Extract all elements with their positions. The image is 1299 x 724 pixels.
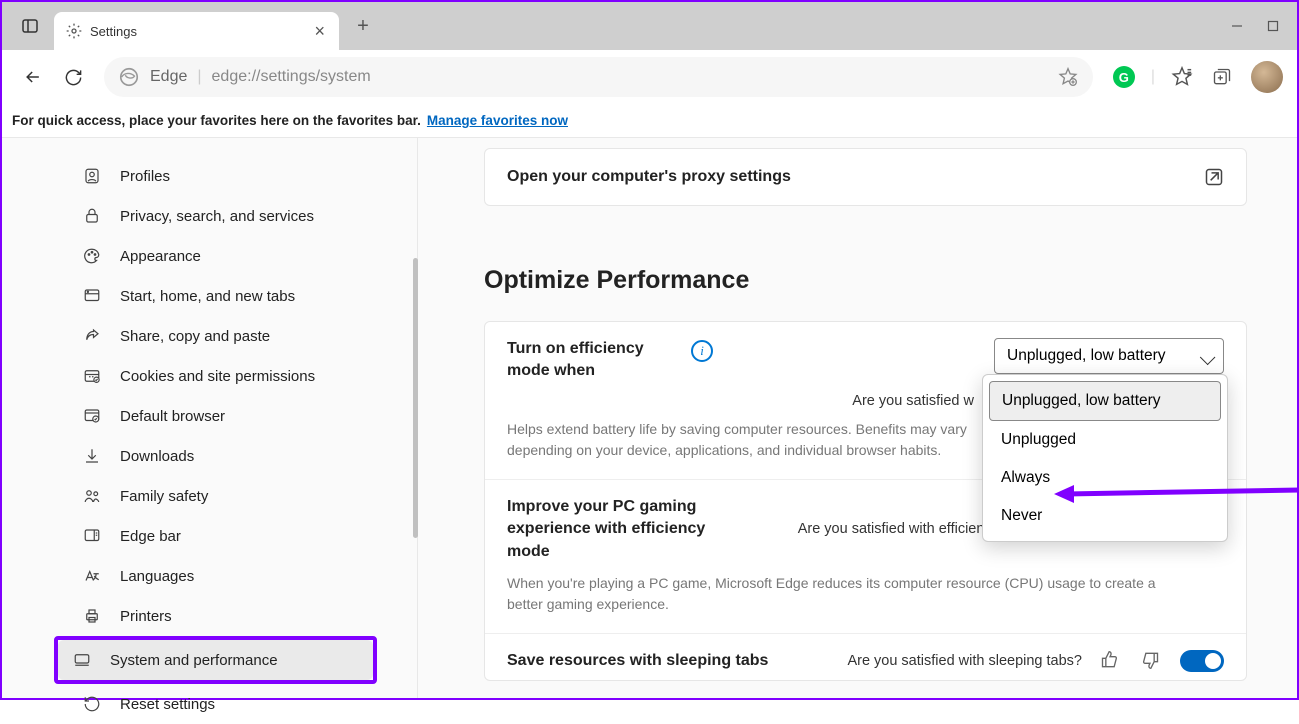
toolbar: Edge | edge://settings/system G | <box>2 50 1297 104</box>
address-brand: Edge <box>150 68 187 86</box>
sidebar-item-label: System and performance <box>110 652 278 669</box>
sidebar-item-appearance[interactable]: Appearance <box>68 236 377 276</box>
profile-avatar[interactable] <box>1251 61 1283 93</box>
address-url: edge://settings/system <box>212 68 371 86</box>
maximize-button[interactable] <box>1267 20 1279 32</box>
thumbs-up-icon[interactable] <box>1100 650 1122 672</box>
profiles-icon <box>82 166 102 186</box>
menu-option-unplugged-low[interactable]: Unplugged, low battery <box>989 381 1221 421</box>
sidebar-item-share[interactable]: Share, copy and paste <box>68 316 377 356</box>
sidebar-item-languages[interactable]: Languages <box>68 556 377 596</box>
languages-icon <box>82 566 102 586</box>
efficiency-dropdown-menu: Unplugged, low battery Unplugged Always … <box>982 374 1228 542</box>
sidebar-item-reset[interactable]: Reset settings <box>68 684 377 724</box>
tab-close-button[interactable]: × <box>314 21 325 42</box>
thumbs-down-icon[interactable] <box>1140 650 1162 672</box>
info-icon[interactable]: i <box>691 340 713 362</box>
efficiency-dropdown[interactable]: Unplugged, low battery <box>994 338 1224 374</box>
sidebar-item-label: Start, home, and new tabs <box>120 288 295 305</box>
printers-icon <box>82 606 102 626</box>
content: Profiles Privacy, search, and services A… <box>2 138 1297 698</box>
tab-title: Settings <box>90 24 306 39</box>
sidebar-item-label: Languages <box>120 568 194 585</box>
efficiency-help: Helps extend battery life by saving comp… <box>507 419 1007 461</box>
sidebar-item-printers[interactable]: Printers <box>68 596 377 636</box>
satisfied-text: Are you satisfied w <box>852 393 974 409</box>
scrollbar[interactable] <box>413 258 418 538</box>
favorites-icon[interactable] <box>1165 60 1199 94</box>
external-link-icon <box>1204 167 1224 187</box>
sidebar-item-default-browser[interactable]: Default browser <box>68 396 377 436</box>
sidebar-item-downloads[interactable]: Downloads <box>68 436 377 476</box>
menu-option-always[interactable]: Always <box>989 459 1221 497</box>
family-icon <box>82 486 102 506</box>
favbar-text: For quick access, place your favorites h… <box>12 113 421 128</box>
efficiency-mode-row: Turn on efficiency mode when i Unplugged… <box>485 322 1246 480</box>
menu-option-unplugged[interactable]: Unplugged <box>989 421 1221 459</box>
grammarly-icon[interactable]: G <box>1107 60 1141 94</box>
tab-actions-button[interactable] <box>10 6 50 46</box>
browser-icon <box>82 406 102 426</box>
sidebar-item-label: Reset settings <box>120 696 215 713</box>
sidebar-item-label: Downloads <box>120 448 194 465</box>
sidebar-item-family[interactable]: Family safety <box>68 476 377 516</box>
sidebar-item-edgebar[interactable]: Edge bar <box>68 516 377 556</box>
start-icon <box>82 286 102 306</box>
sidebar-item-start[interactable]: Start, home, and new tabs <box>68 276 377 316</box>
sidebar-item-label: Family safety <box>120 488 208 505</box>
favorites-bar: For quick access, place your favorites h… <box>2 104 1297 138</box>
system-icon <box>72 650 92 670</box>
edgebar-icon <box>82 526 102 546</box>
sidebar-item-system[interactable]: System and performance <box>58 640 373 680</box>
gaming-label: Improve your PC gaming experience with e… <box>507 496 737 563</box>
sidebar-item-label: Cookies and site permissions <box>120 368 315 385</box>
sidebar-item-cookies[interactable]: Cookies and site permissions <box>68 356 377 396</box>
download-icon <box>82 446 102 466</box>
sidebar-item-label: Default browser <box>120 408 225 425</box>
menu-option-never[interactable]: Never <box>989 497 1221 535</box>
sidebar-item-label: Edge bar <box>120 528 181 545</box>
satisfied-text: Are you satisfied with sleeping tabs? <box>847 653 1082 669</box>
gear-icon <box>66 23 82 39</box>
browser-tab[interactable]: Settings × <box>54 12 339 50</box>
proxy-label: Open your computer's proxy settings <box>507 168 791 186</box>
sidebar-item-profiles[interactable]: Profiles <box>68 156 377 196</box>
collections-icon[interactable] <box>1205 60 1239 94</box>
sleeping-label: Save resources with sleeping tabs <box>507 650 787 672</box>
new-tab-button[interactable]: + <box>347 15 379 38</box>
sidebar-item-label: Profiles <box>120 168 170 185</box>
section-title: Optimize Performance <box>484 266 1247 295</box>
lock-icon <box>82 206 102 226</box>
edge-logo-icon <box>118 66 140 88</box>
sidebar-item-label: Printers <box>120 608 172 625</box>
settings-sidebar: Profiles Privacy, search, and services A… <box>2 138 418 698</box>
sleeping-tabs-toggle[interactable] <box>1180 650 1224 672</box>
sleeping-tabs-row: Save resources with sleeping tabs Are yo… <box>485 634 1246 680</box>
cookies-icon <box>82 366 102 386</box>
sidebar-item-privacy[interactable]: Privacy, search, and services <box>68 196 377 236</box>
efficiency-label: Turn on efficiency mode when <box>507 338 677 383</box>
settings-pane: Open your computer's proxy settings Opti… <box>418 138 1297 698</box>
sidebar-item-label: Appearance <box>120 248 201 265</box>
address-bar[interactable]: Edge | edge://settings/system <box>104 57 1093 97</box>
minimize-button[interactable] <box>1231 20 1243 32</box>
reset-icon <box>82 694 102 714</box>
proxy-settings-row[interactable]: Open your computer's proxy settings <box>484 148 1247 206</box>
gaming-help: When you're playing a PC game, Microsoft… <box>507 573 1187 615</box>
refresh-button[interactable] <box>56 60 90 94</box>
appearance-icon <box>82 246 102 266</box>
sidebar-item-label: Privacy, search, and services <box>120 208 314 225</box>
window-controls <box>1231 20 1289 32</box>
favorite-star-icon[interactable] <box>1057 66 1079 88</box>
titlebar: Settings × + <box>2 2 1297 50</box>
share-icon <box>82 326 102 346</box>
sidebar-item-label: Share, copy and paste <box>120 328 270 345</box>
back-button[interactable] <box>16 60 50 94</box>
manage-favorites-link[interactable]: Manage favorites now <box>427 113 568 128</box>
performance-card: Turn on efficiency mode when i Unplugged… <box>484 321 1247 681</box>
